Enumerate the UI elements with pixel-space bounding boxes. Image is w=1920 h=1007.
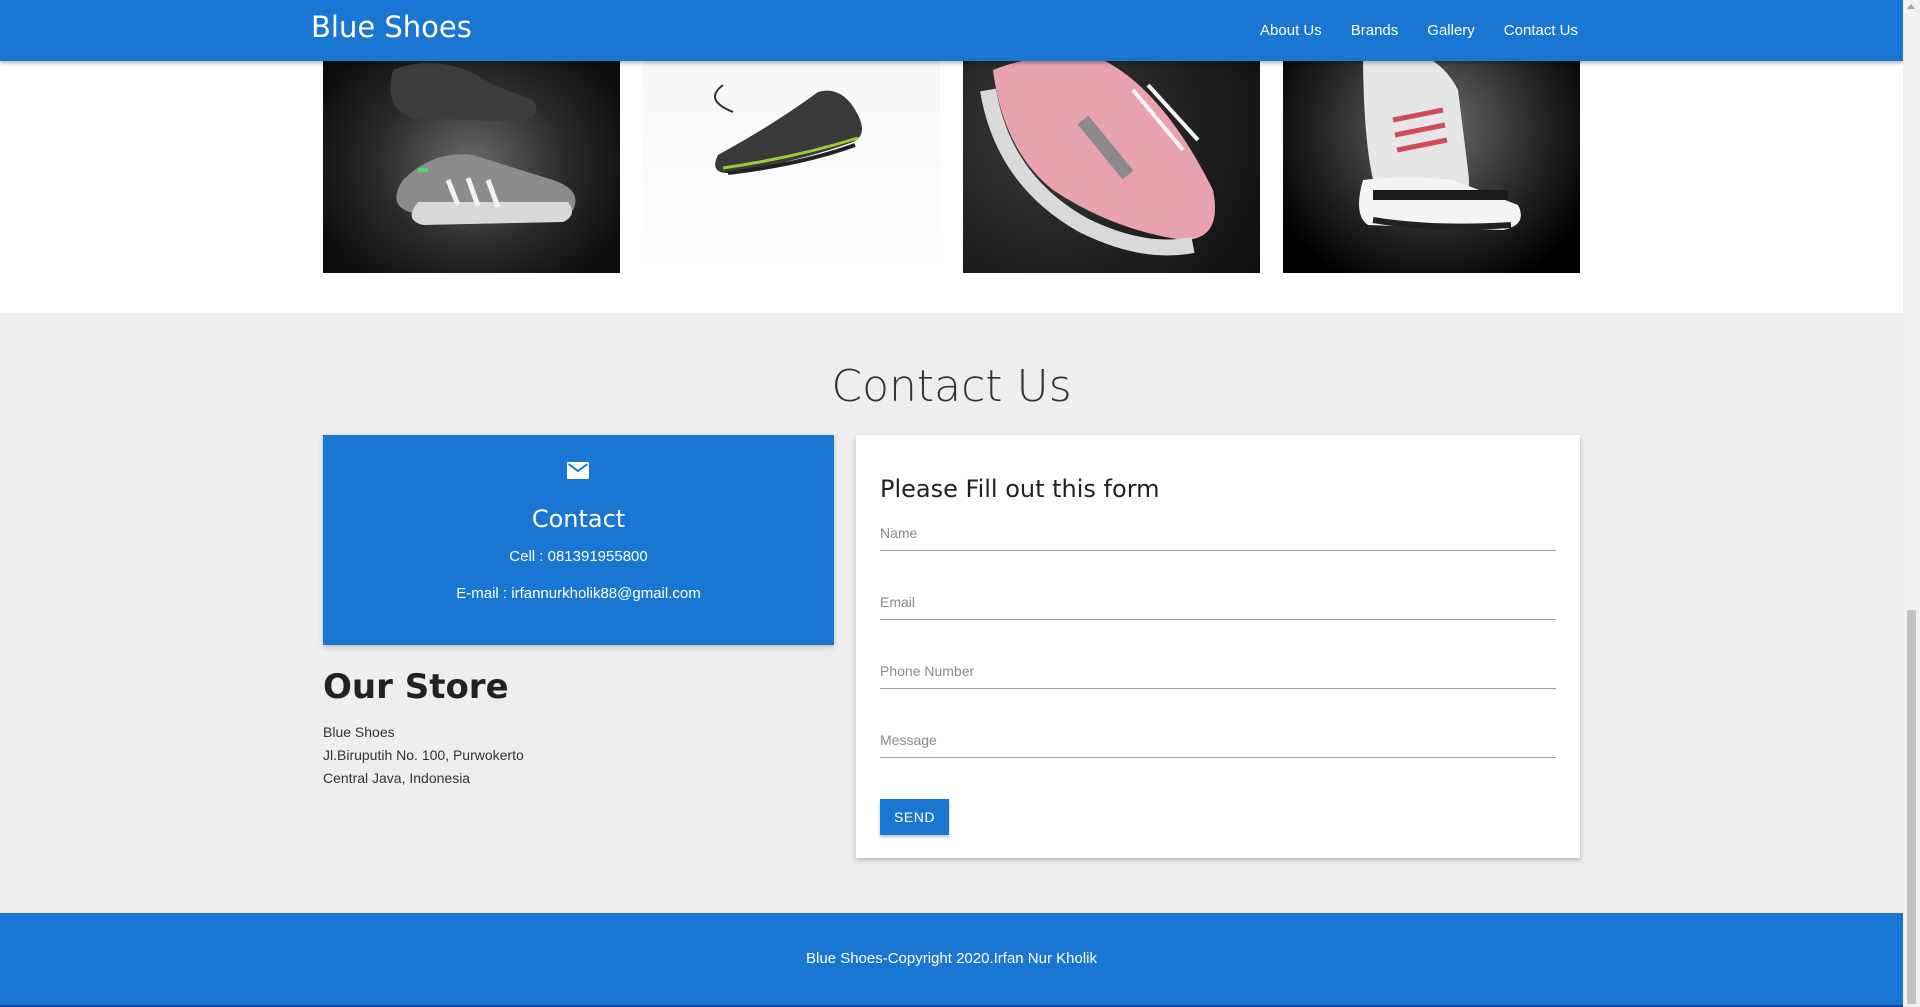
- gallery-image-sneakers-dark-2[interactable]: [1283, 30, 1580, 273]
- gallery-image-sneaker-floating[interactable]: [643, 30, 940, 273]
- store-title: Our Store: [323, 667, 509, 707]
- store-name: Blue Shoes: [323, 724, 395, 740]
- sneaker-photo: [714, 84, 862, 175]
- message-field[interactable]: [880, 722, 1556, 758]
- send-button[interactable]: SEND: [880, 799, 949, 835]
- name-field[interactable]: [880, 515, 1556, 551]
- footer-copyright: Blue Shoes-Copyright 2020.Irfan Nur Khol…: [806, 950, 1097, 967]
- contact-card: Contact Cell : 081391955800 E-mail : irf…: [323, 435, 834, 645]
- store-region: Central Java, Indonesia: [323, 770, 471, 786]
- form-heading: Please Fill out this form: [880, 475, 1160, 503]
- page: Blue Shoes About Us Brands Gallery Conta…: [0, 0, 1903, 1007]
- scrollbar-thumb[interactable]: [1907, 610, 1916, 1004]
- contact-card-heading: Contact: [531, 505, 626, 533]
- vertical-scrollbar[interactable]: [1903, 0, 1920, 1007]
- contact-form: Please Fill out this form SEND: [856, 435, 1580, 858]
- sneaker-photo: [390, 62, 576, 225]
- store-address: Blue Shoes Jl.Biruputih No. 100, Purwoke…: [323, 721, 524, 790]
- sneaker-photo: [980, 56, 1215, 256]
- mail-icon: [567, 462, 589, 479]
- navbar: Blue Shoes About Us Brands Gallery Conta…: [0, 0, 1903, 61]
- store-street: Jl.Biruputih No. 100, Purwokerto: [323, 747, 524, 763]
- email-field[interactable]: [880, 584, 1556, 620]
- nav-link-gallery[interactable]: Gallery: [1427, 22, 1475, 39]
- nav-link-brands[interactable]: Brands: [1351, 22, 1399, 39]
- scroll-up-arrow-icon[interactable]: [1907, 4, 1915, 9]
- phone-field[interactable]: [880, 653, 1556, 689]
- footer: Blue Shoes-Copyright 2020.Irfan Nur Khol…: [0, 913, 1903, 1007]
- sneaker-photo: [1359, 48, 1521, 230]
- nav-link-about-us[interactable]: About Us: [1260, 22, 1322, 39]
- brand-logo[interactable]: Blue Shoes: [311, 10, 472, 44]
- gallery-image-sneakers-dark-1[interactable]: [323, 30, 620, 273]
- nav-links: About Us Brands Gallery Contact Us: [1231, 0, 1578, 61]
- section-title: Contact Us: [831, 361, 1072, 412]
- contact-section: Contact Us Contact Cell : 081391955800 E…: [0, 313, 1903, 913]
- nav-link-contact-us[interactable]: Contact Us: [1504, 22, 1578, 39]
- contact-email: E-mail : irfannurkholik88@gmail.com: [456, 585, 701, 602]
- gallery-row: [323, 30, 1580, 273]
- contact-cell: Cell : 081391955800: [509, 548, 648, 565]
- gallery-image-sneaker-pink[interactable]: [963, 30, 1260, 273]
